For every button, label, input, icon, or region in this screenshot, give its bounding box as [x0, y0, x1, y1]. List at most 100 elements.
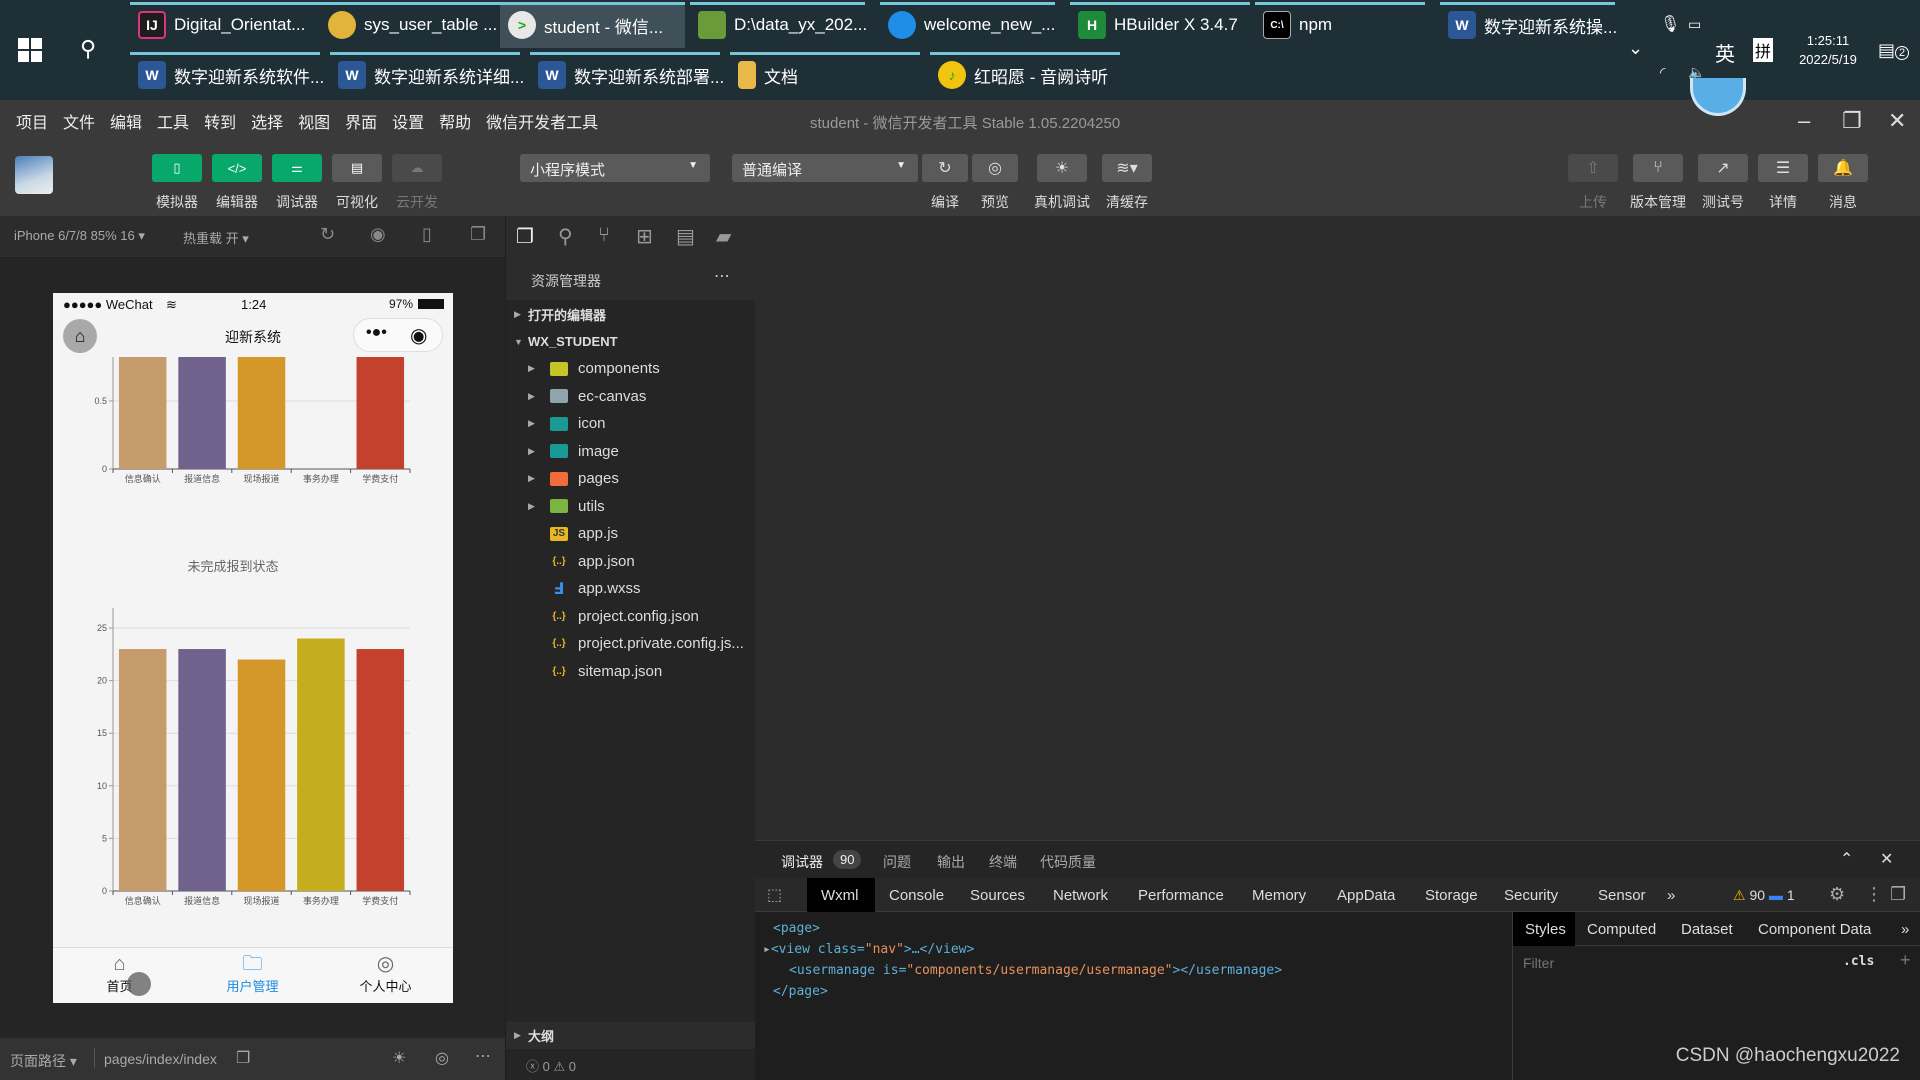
expand-triangle-icon[interactable]: ▸: [763, 942, 771, 957]
tab-debugger[interactable]: 调试器: [781, 852, 823, 880]
menu-select[interactable]: 选择: [251, 109, 283, 133]
remote-debug-button[interactable]: ☀: [1037, 154, 1087, 182]
devtab-appdata[interactable]: AppData: [1337, 887, 1395, 904]
taskbar-item-wechat-devtools[interactable]: > student - 微信...: [500, 2, 685, 48]
clock-date[interactable]: 2022/5/19: [1797, 52, 1859, 67]
more-tabs-icon[interactable]: »: [1901, 921, 1909, 938]
search-icon[interactable]: ⚲: [558, 224, 573, 249]
compile-mode-select[interactable]: 普通编译 ▼: [732, 154, 918, 182]
tab-user-management[interactable]: 🗀 用户管理: [186, 952, 319, 995]
menu-file[interactable]: 文件: [63, 109, 95, 133]
editor-toggle[interactable]: </>: [212, 154, 262, 182]
wxml-line[interactable]: <usermanage is="components/usermanage/us…: [789, 963, 1282, 978]
minimize-button[interactable]: –: [1798, 108, 1810, 134]
hot-reload-toggle[interactable]: 热重载 开 ▾: [183, 228, 249, 247]
menu-help[interactable]: 帮助: [439, 109, 471, 133]
mode-select[interactable]: 小程序模式 ▼: [520, 154, 710, 182]
taskbar-item-documents[interactable]: 文档: [730, 52, 920, 98]
page-path-select[interactable]: 页面路径 ▾: [10, 1051, 77, 1071]
taskbar-item-word-ops[interactable]: W 数字迎新系统操...: [1440, 2, 1617, 48]
taskbar-item-hbuilder[interactable]: H HBuilder X 3.4.7: [1070, 2, 1250, 48]
more-icon[interactable]: ⋯: [714, 266, 730, 286]
add-rule-icon[interactable]: +: [1900, 950, 1911, 971]
microphone-icon[interactable]: 🎙: [1660, 14, 1680, 34]
taskbar-item-word-detail[interactable]: W 数字迎新系统详细...: [330, 52, 524, 98]
battery-icon[interactable]: ▭: [1688, 16, 1701, 33]
file-tree-item[interactable]: ▶ icon: [506, 410, 756, 437]
copy-icon[interactable]: ❐: [236, 1048, 250, 1068]
tab-profile[interactable]: ◎ 个人中心: [319, 952, 452, 995]
menu-edit[interactable]: 编辑: [110, 109, 142, 133]
test-account-button[interactable]: ↗: [1698, 154, 1748, 182]
warnings-counter[interactable]: ⚠ 90 ▬ 1: [1733, 887, 1795, 904]
restore-button[interactable]: ❐: [1842, 108, 1862, 134]
taskbar-item-music[interactable]: ♪ 红昭愿 - 音阙诗听: [930, 52, 1120, 98]
menu-tools[interactable]: 工具: [157, 109, 189, 133]
tab-dataset[interactable]: Dataset: [1681, 921, 1733, 938]
close-panel-icon[interactable]: ✕: [1880, 849, 1893, 869]
docker-icon[interactable]: ▰: [716, 224, 731, 249]
notification-icon[interactable]: ▤ 2: [1878, 40, 1910, 61]
devtab-sensor[interactable]: Sensor: [1598, 887, 1646, 904]
bug-icon[interactable]: ☀: [392, 1048, 406, 1068]
tab-output[interactable]: 输出: [937, 852, 965, 872]
device-select[interactable]: iPhone 6/7/8 85% 16 ▾: [14, 228, 145, 244]
ime-language[interactable]: 英: [1715, 38, 1735, 67]
upload-button[interactable]: ⇧: [1568, 154, 1618, 182]
devtab-memory[interactable]: Memory: [1252, 887, 1306, 904]
extensions-icon[interactable]: ⊞: [636, 224, 653, 249]
file-tree-item[interactable]: Ⅎapp.wxss: [506, 575, 756, 602]
chevron-up-icon[interactable]: ⌄: [1628, 38, 1643, 59]
chevron-up-icon[interactable]: ⌃: [1840, 849, 1853, 869]
wxml-line[interactable]: </page>: [773, 984, 828, 999]
file-tree-item[interactable]: JS app.js: [506, 520, 756, 547]
search-icon[interactable]: ⚲: [80, 36, 96, 62]
file-tree-item[interactable]: {..} project.private.config.js...: [506, 630, 756, 657]
windows-start-button[interactable]: [18, 38, 42, 62]
phone-icon[interactable]: ▯: [422, 224, 432, 245]
styles-filter-input[interactable]: [1517, 950, 1827, 976]
inspect-element-icon[interactable]: ⬚: [767, 885, 782, 905]
wxml-line[interactable]: <page>: [773, 921, 820, 936]
taskbar-item-image-viewer[interactable]: D:\data_yx_202...: [690, 2, 867, 48]
version-button[interactable]: ⑂: [1633, 154, 1683, 182]
cls-toggle[interactable]: .cls: [1843, 954, 1874, 969]
menu-settings[interactable]: 设置: [392, 109, 424, 133]
file-tree-item[interactable]: {..} sitemap.json: [506, 658, 756, 685]
wifi-icon[interactable]: ◜: [1660, 64, 1665, 81]
ime-mode[interactable]: 拼: [1753, 38, 1774, 62]
menu-project[interactable]: 项目: [16, 109, 48, 133]
problems-summary[interactable]: ⓧ 0 ⚠ 0: [526, 1056, 576, 1075]
settings-gear-icon[interactable]: ⚙: [1829, 884, 1845, 905]
more-icon[interactable]: ⋯: [475, 1046, 491, 1066]
files-icon[interactable]: ❐: [516, 224, 534, 249]
clock-time[interactable]: 1:25:11: [1797, 33, 1859, 48]
tab-styles[interactable]: Styles: [1525, 921, 1566, 938]
compile-button[interactable]: ↻: [922, 154, 968, 182]
menu-view[interactable]: 视图: [298, 109, 330, 133]
project-section[interactable]: ▼ WX_STUDENT: [506, 328, 756, 355]
tab-problems[interactable]: 问题: [883, 852, 911, 872]
devtab-wxml[interactable]: Wxml: [821, 887, 859, 904]
messages-button[interactable]: 🔔: [1818, 154, 1868, 182]
close-miniprogram-icon[interactable]: ◉: [410, 323, 427, 348]
simulator-toggle[interactable]: ▯: [152, 154, 202, 182]
debugger-toggle[interactable]: ⚌: [272, 154, 322, 182]
taskbar-item-word-software[interactable]: W 数字迎新系统软件...: [130, 52, 324, 98]
close-window-button[interactable]: ✕: [1888, 108, 1906, 134]
taskbar-item-intellij[interactable]: IJ Digital_Orientat...: [130, 2, 320, 48]
user-avatar[interactable]: [15, 156, 53, 194]
file-tree-item[interactable]: ▶ utils: [506, 493, 756, 520]
taskbar-item-navicat[interactable]: sys_user_table ...: [320, 2, 500, 48]
devtab-security[interactable]: Security: [1504, 887, 1558, 904]
taskbar-item-word-deploy[interactable]: W 数字迎新系统部署...: [530, 52, 724, 98]
wxml-line[interactable]: ▸<view class="nav">…</view>: [763, 942, 974, 957]
file-tree-item[interactable]: ▶ ec-canvas: [506, 383, 756, 410]
tab-computed[interactable]: Computed: [1587, 921, 1656, 938]
more-tabs-icon[interactable]: »: [1667, 887, 1675, 904]
devtab-sources[interactable]: Sources: [970, 887, 1025, 904]
rotate-icon[interactable]: ↻: [320, 224, 335, 245]
tab-terminal[interactable]: 终端: [989, 852, 1017, 872]
detach-window-icon[interactable]: ❐: [470, 224, 486, 245]
taskbar-item-npm[interactable]: C:\ npm: [1255, 2, 1425, 48]
